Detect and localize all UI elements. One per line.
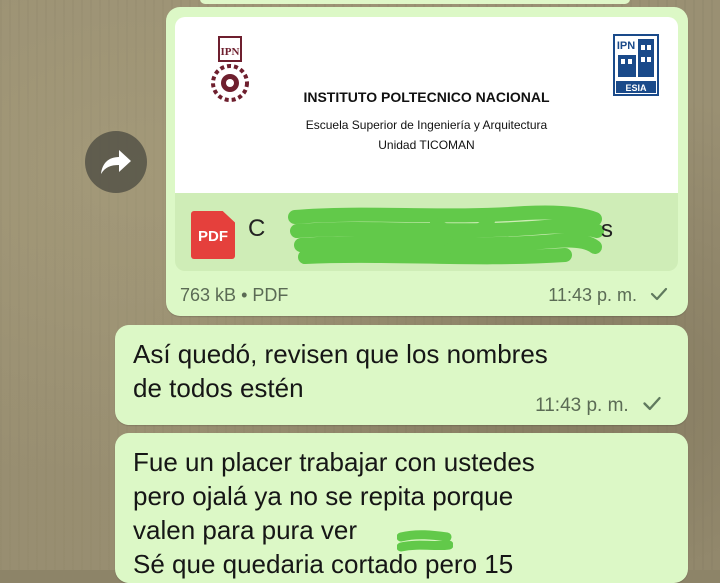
svg-text:IPN: IPN	[617, 40, 635, 52]
message-line: Fue un placer trabajar con ustedes	[133, 447, 535, 477]
message-text: Fue un placer trabajar con ustedes pero …	[133, 445, 668, 581]
file-size: 763 kB	[180, 285, 237, 305]
institution-title: INSTITUTO POLTECNICO NACIONAL	[303, 89, 550, 105]
document-timestamp-wrap: 11:43 p. m.	[548, 285, 668, 306]
text-message-bubble[interactable]: Así quedó, revisen que los nombres de to…	[115, 325, 688, 425]
pdf-file-icon: PDF	[191, 211, 235, 259]
text-message-bubble[interactable]: Fue un placer trabajar con ustedes pero …	[115, 433, 688, 583]
redaction-scribble	[397, 530, 453, 552]
single-check-icon	[650, 287, 668, 301]
file-info: 763 kB • PDF	[180, 285, 288, 306]
file-type: PDF	[252, 285, 289, 305]
svg-text:IPN: IPN	[221, 46, 240, 58]
meta-separator: •	[241, 285, 248, 305]
message-timestamp-wrap: 11:43 p. m.	[535, 395, 662, 417]
file-name: C	[248, 215, 266, 243]
unit-name: Unidad TICOMAN	[378, 138, 475, 152]
message-timestamp: 11:43 p. m.	[535, 395, 629, 416]
previous-message-edge	[200, 0, 630, 4]
forward-button[interactable]	[85, 131, 147, 193]
document-meta: 763 kB • PDF 11:43 p. m.	[180, 285, 668, 309]
document-timestamp: 11:43 p. m.	[548, 285, 637, 305]
esia-logo-icon: IPN ESIA	[613, 34, 659, 96]
file-name-visible: C	[248, 215, 266, 242]
document-preview[interactable]: IPN IPN ESIA INSTITUTO POLTECNICO NACION…	[175, 17, 678, 193]
file-attachment-row[interactable]: PDF C s	[175, 193, 678, 271]
forward-arrow-icon	[101, 150, 131, 174]
svg-text:s: s	[601, 216, 613, 243]
message-line: Así quedó, revisen que los nombres	[133, 339, 548, 369]
pdf-icon-label: PDF	[198, 228, 228, 245]
message-line: pero ojalá ya no se repita porque	[133, 481, 514, 511]
school-name: Escuela Superior de Ingeniería y Arquite…	[305, 118, 548, 132]
redaction-scribble: s	[288, 205, 613, 265]
document-message-bubble[interactable]: IPN IPN ESIA INSTITUTO POLTECNICO NACION…	[166, 7, 688, 316]
single-check-icon	[643, 396, 661, 411]
